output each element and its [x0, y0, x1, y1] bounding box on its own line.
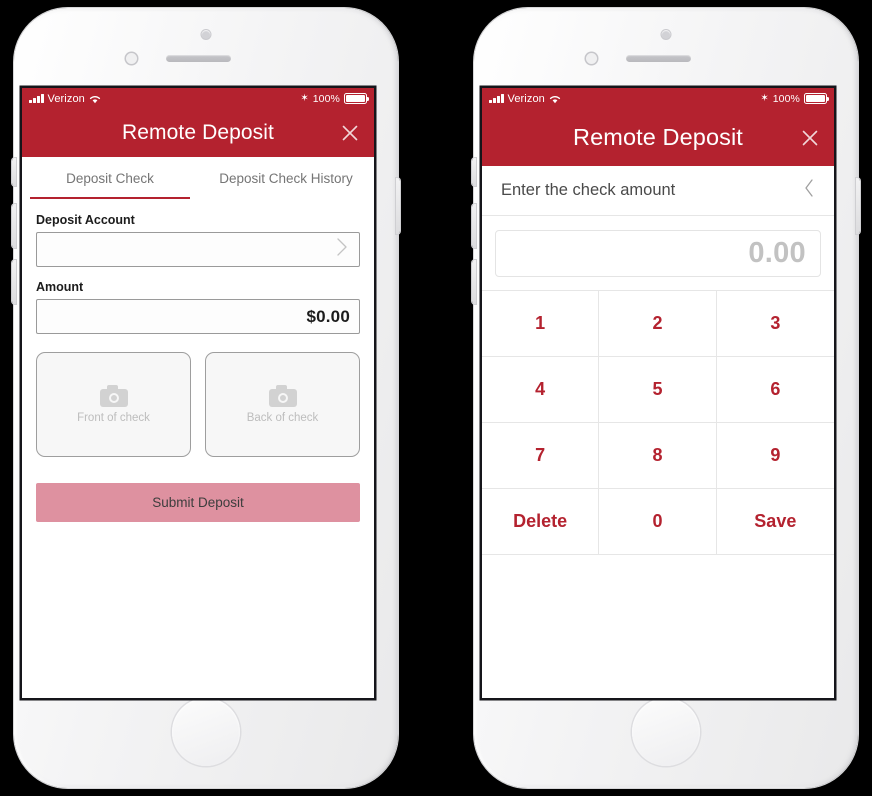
- deposit-account-select[interactable]: [36, 232, 360, 267]
- tab-deposit-check-history-label: Deposit Check History: [219, 170, 353, 186]
- key-save[interactable]: Save: [716, 489, 834, 555]
- tab-deposit-check-label: Deposit Check: [66, 170, 154, 186]
- volume-up-button-right[interactable]: [472, 204, 476, 248]
- signal-bars-icon: [29, 94, 44, 103]
- phone-right: Verizon ✶ 100% Remote Deposit Enter the …: [466, 0, 866, 796]
- capture-back-label: Back of check: [246, 412, 319, 424]
- tab-bar: Deposit Check Deposit Check History: [22, 157, 374, 199]
- wifi-icon: [89, 94, 101, 104]
- keypad-header-title: Enter the check amount: [501, 181, 676, 199]
- amount-label: Amount: [36, 280, 84, 294]
- power-button-left[interactable]: [396, 178, 400, 234]
- key-5-label: 5: [652, 379, 663, 399]
- home-button-left[interactable]: [172, 698, 240, 766]
- bluetooth-icon: ✶: [300, 92, 309, 104]
- signal-bars-icon: [489, 94, 504, 103]
- key-4-label: 4: [535, 379, 546, 399]
- key-7[interactable]: 7: [482, 423, 600, 489]
- app-header-right: Remote Deposit: [482, 109, 834, 166]
- mute-switch-left[interactable]: [12, 158, 16, 186]
- keypad-header: Enter the check amount: [482, 166, 834, 216]
- page-title-left: Remote Deposit: [122, 121, 274, 144]
- proximity-sensor-left: [126, 53, 137, 64]
- submit-deposit-label: Submit Deposit: [152, 495, 244, 510]
- key-3[interactable]: 3: [716, 291, 834, 357]
- capture-front-of-check[interactable]: Front of check: [36, 352, 191, 457]
- key-1-label: 1: [535, 313, 546, 333]
- tab-deposit-check-history[interactable]: Deposit Check History: [198, 157, 374, 199]
- key-4[interactable]: 4: [482, 357, 600, 423]
- close-icon[interactable]: [339, 122, 361, 144]
- check-capture-row: Front of check Back of check: [36, 352, 360, 457]
- carrier-label: Verizon: [507, 92, 545, 105]
- capture-front-label: Front of check: [77, 412, 150, 424]
- key-9-label: 9: [770, 445, 781, 465]
- battery-full-icon: [344, 93, 367, 104]
- key-3-label: 3: [770, 313, 781, 333]
- front-camera-icon-left: [201, 30, 211, 39]
- key-delete-label: Delete: [513, 511, 568, 531]
- key-8-label: 8: [652, 445, 663, 465]
- status-bar-left: Verizon ✶ 100%: [22, 88, 374, 109]
- close-icon[interactable]: [799, 127, 821, 149]
- carrier-label: Verizon: [47, 92, 85, 105]
- key-6-label: 6: [770, 379, 781, 399]
- earpiece-speaker-right: [626, 55, 691, 62]
- amount-input[interactable]: $0.00: [36, 299, 360, 334]
- key-5[interactable]: 5: [599, 357, 717, 423]
- deposit-account-label: Deposit Account: [36, 213, 135, 227]
- check-amount-placeholder: 0.00: [748, 237, 806, 269]
- page-title-right: Remote Deposit: [573, 124, 743, 150]
- mute-switch-right[interactable]: [472, 158, 476, 186]
- key-0[interactable]: 0: [599, 489, 717, 555]
- key-0-label: 0: [652, 511, 663, 531]
- home-button-right[interactable]: [632, 698, 700, 766]
- tab-deposit-check[interactable]: Deposit Check: [22, 157, 198, 199]
- form-spacer: [36, 267, 360, 280]
- key-7-label: 7: [535, 445, 546, 465]
- dual-phone-mockup: Verizon ✶ 100% Remote Deposit Deposit Ch…: [0, 0, 872, 796]
- key-save-label: Save: [754, 511, 797, 531]
- screen-left: Verizon ✶ 100% Remote Deposit Deposit Ch…: [22, 88, 374, 698]
- key-1[interactable]: 1: [482, 291, 600, 357]
- key-delete[interactable]: Delete: [482, 489, 600, 555]
- key-6[interactable]: 6: [716, 357, 834, 423]
- key-8[interactable]: 8: [599, 423, 717, 489]
- app-header-left: Remote Deposit: [22, 109, 374, 157]
- chevron-left-icon[interactable]: [802, 177, 816, 204]
- power-button-right[interactable]: [856, 178, 860, 234]
- numeric-keypad: 1 2 3 4 5 6 7 8 9 Delete 0 Save: [482, 290, 834, 555]
- chevron-right-icon: [334, 236, 350, 263]
- check-amount-display[interactable]: 0.00: [495, 230, 821, 277]
- submit-deposit-button[interactable]: Submit Deposit: [36, 483, 360, 522]
- key-2[interactable]: 2: [599, 291, 717, 357]
- screen-right: Verizon ✶ 100% Remote Deposit Enter the …: [482, 88, 834, 698]
- amount-display-wrap: 0.00: [482, 216, 834, 290]
- bluetooth-icon: ✶: [760, 92, 769, 104]
- key-9[interactable]: 9: [716, 423, 834, 489]
- volume-up-button-left[interactable]: [12, 204, 16, 248]
- battery-percent-label: 100%: [772, 92, 800, 105]
- phone-left: Verizon ✶ 100% Remote Deposit Deposit Ch…: [6, 0, 406, 796]
- battery-percent-label: 100%: [312, 92, 340, 105]
- volume-down-button-right[interactable]: [472, 260, 476, 304]
- deposit-form: Deposit Account Amount $0.00 Front of ch…: [22, 199, 374, 522]
- amount-value: $0.00: [306, 306, 350, 326]
- battery-full-icon: [804, 93, 827, 104]
- camera-icon: [268, 385, 297, 407]
- proximity-sensor-right: [586, 53, 597, 64]
- status-bar-right: Verizon ✶ 100%: [482, 88, 834, 109]
- front-camera-icon-right: [661, 30, 671, 39]
- camera-icon: [99, 385, 128, 407]
- key-2-label: 2: [652, 313, 663, 333]
- capture-back-of-check[interactable]: Back of check: [205, 352, 360, 457]
- wifi-icon: [549, 94, 561, 104]
- volume-down-button-left[interactable]: [12, 260, 16, 304]
- earpiece-speaker-left: [166, 55, 231, 62]
